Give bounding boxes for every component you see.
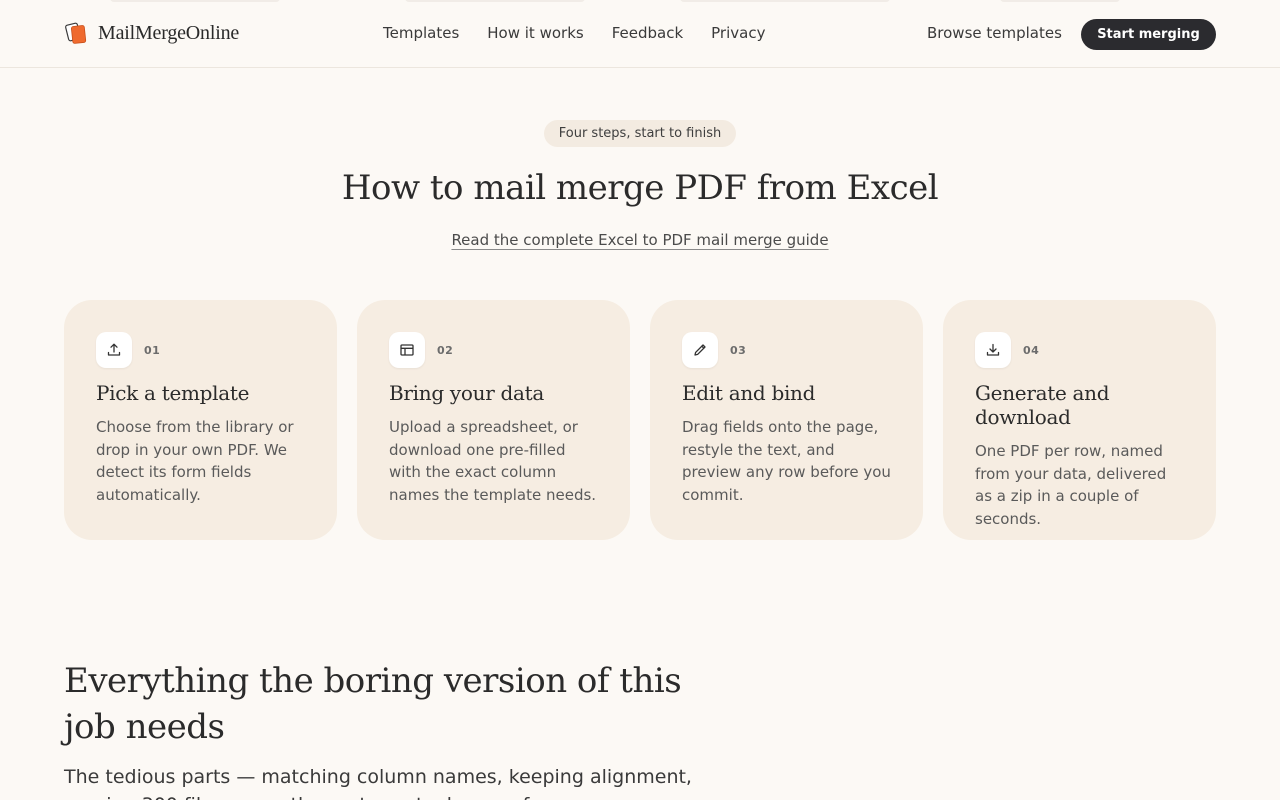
main-nav: Templates How it works Feedback Privacy: [383, 24, 765, 42]
header-shadow-decoration: [110, 0, 280, 2]
brand-logo-link[interactable]: MailMergeOnline: [64, 20, 239, 46]
features-title: Everything the boring version of this jo…: [64, 661, 682, 747]
step-title: Pick a template: [96, 381, 250, 405]
browse-templates-link[interactable]: Browse templates: [927, 24, 1062, 42]
header-shadow-decoration: [405, 0, 585, 2]
step-number: 03: [730, 343, 747, 357]
steps-list: 01 Pick a template Choose from the libra…: [64, 300, 1216, 540]
step-description: Choose from the library or drop in your …: [96, 418, 294, 504]
step-card: 04 Generate and download One PDF per row…: [943, 300, 1216, 540]
table-icon: [389, 332, 425, 368]
download-icon: [975, 332, 1011, 368]
step-number: 04: [1023, 343, 1040, 357]
nav-templates[interactable]: Templates: [383, 24, 459, 42]
guide-link-wrapper: Read the complete Excel to PDF mail merg…: [0, 230, 1280, 249]
header-shadow-decoration: [680, 0, 890, 2]
step-description: Drag fields onto the page, restyle the t…: [682, 418, 891, 504]
step-card: 02 Bring your data Upload a spreadsheet,…: [357, 300, 630, 540]
brand-name: MailMergeOnline: [98, 21, 240, 44]
nav-how-it-works[interactable]: How it works: [487, 24, 583, 42]
start-merging-button[interactable]: Start merging: [1081, 19, 1216, 50]
features-description: The tedious parts — matching column name…: [64, 766, 692, 800]
upload-icon: [96, 332, 132, 368]
step-description: Upload a spreadsheet, or download one pr…: [389, 418, 597, 504]
brand-logo-icon: [64, 20, 90, 46]
page-title: How to mail merge PDF from Excel: [341, 168, 939, 208]
site-header: MailMergeOnline Templates How it works F…: [0, 0, 1280, 68]
pencil-icon: [682, 332, 718, 368]
guide-link[interactable]: Read the complete Excel to PDF mail merg…: [451, 231, 828, 249]
step-number: 02: [437, 343, 454, 357]
step-title: Edit and bind: [682, 381, 816, 405]
step-card: 03 Edit and bind Drag fields onto the pa…: [650, 300, 923, 540]
nav-feedback[interactable]: Feedback: [612, 24, 683, 42]
steps-badge: Four steps, start to finish: [544, 120, 736, 147]
step-title: Generate and download: [975, 381, 1110, 429]
step-card: 01 Pick a template Choose from the libra…: [64, 300, 337, 540]
nav-privacy[interactable]: Privacy: [711, 24, 765, 42]
step-description: One PDF per row, named from your data, d…: [975, 442, 1167, 528]
step-title: Bring your data: [389, 381, 545, 405]
header-shadow-decoration: [1000, 0, 1120, 2]
step-number: 01: [144, 343, 161, 357]
